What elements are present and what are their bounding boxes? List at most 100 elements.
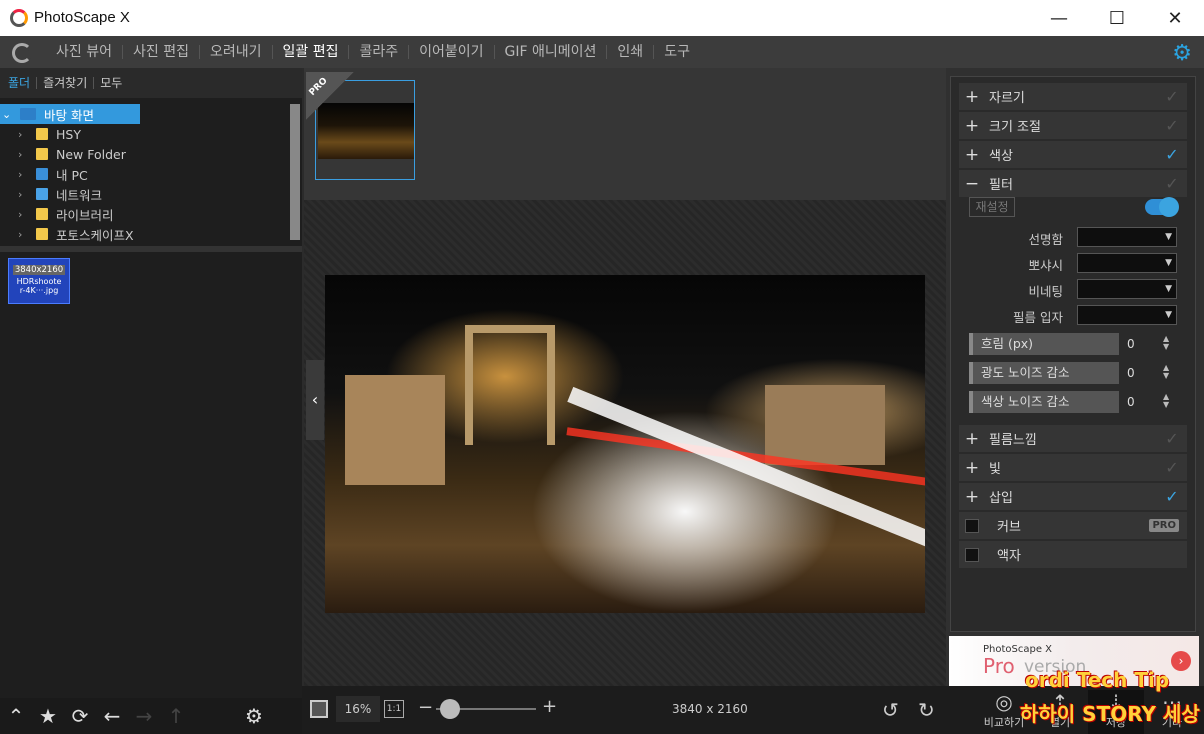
- main-menu-bar: 사진 뷰어 사진 편집 오려내기 일괄 편집 콜라주 이어붙이기 GIF 애니메이션 인쇄 도구: [0, 36, 1204, 68]
- frame-view-icon[interactable]: [310, 700, 328, 718]
- expand-icon[interactable]: +: [959, 87, 985, 107]
- section-crop[interactable]: + 자르기 ✓: [959, 83, 1187, 111]
- menu-item-7[interactable]: 인쇄: [607, 45, 655, 59]
- pane-divider[interactable]: [0, 246, 302, 252]
- color-noise-slider[interactable]: 색상 노이즈 감소: [969, 391, 1119, 413]
- film-grain-select[interactable]: ▼: [1077, 305, 1177, 325]
- zoom-out-button[interactable]: −: [418, 697, 433, 718]
- filter-toggle[interactable]: [1145, 197, 1179, 217]
- menu-item-0[interactable]: 사진 뷰어: [46, 45, 123, 59]
- expand-icon[interactable]: +: [959, 145, 985, 165]
- batch-image-strip: PRO: [304, 68, 946, 200]
- zoom-in-button[interactable]: +: [542, 696, 557, 717]
- title-bar: PhotoScape X — ☐ ✕: [0, 0, 1204, 36]
- tree-item-network[interactable]: › 네트워크: [0, 184, 300, 204]
- folder-icon: [36, 128, 48, 140]
- color-noise-stepper[interactable]: ▲ ▼: [1163, 393, 1169, 409]
- gear-icon[interactable]: ⚙: [238, 704, 270, 728]
- chevron-right-icon[interactable]: ›: [18, 208, 30, 221]
- section-light[interactable]: + 빛 ✓: [959, 454, 1187, 482]
- folder-icon: [36, 148, 48, 160]
- sharpen-label: 선명함: [1028, 232, 1063, 247]
- menu-item-1[interactable]: 사진 편집: [123, 45, 200, 59]
- menu-item-2[interactable]: 오려내기: [200, 45, 273, 59]
- section-curves[interactable]: 커브 PRO: [959, 512, 1187, 540]
- expand-icon[interactable]: +: [959, 487, 985, 507]
- chevron-down-icon[interactable]: ⌄: [2, 108, 14, 121]
- file-name-line1: HDRshoote: [16, 277, 62, 286]
- check-icon[interactable]: ✓: [1157, 145, 1187, 164]
- menu-item-5[interactable]: 이어붙이기: [409, 45, 495, 59]
- vignette-select[interactable]: ▼: [1077, 279, 1177, 299]
- chevron-right-icon[interactable]: ›: [18, 228, 30, 241]
- refresh-icon[interactable]: ⟳: [64, 704, 96, 728]
- section-film[interactable]: + 필름느낌 ✓: [959, 425, 1187, 453]
- collapse-icon[interactable]: −: [959, 174, 985, 194]
- tree-item-new-folder[interactable]: › New Folder: [0, 144, 300, 164]
- tab-folder[interactable]: 폴더: [8, 77, 38, 89]
- section-frame[interactable]: 액자: [959, 541, 1187, 569]
- zoom-slider-handle[interactable]: [440, 699, 460, 719]
- settings-gear-icon[interactable]: ⚙: [1172, 41, 1192, 66]
- close-button[interactable]: ✕: [1146, 0, 1204, 36]
- vignette-label: 비네팅: [1028, 284, 1063, 299]
- expand-icon[interactable]: +: [959, 429, 985, 449]
- rotate-right-icon[interactable]: ↻: [918, 698, 935, 722]
- sharpen-select[interactable]: ▼: [1077, 227, 1177, 247]
- tab-favorites[interactable]: 즐겨찾기: [37, 77, 95, 89]
- ad-arrow-icon[interactable]: ›: [1171, 651, 1191, 671]
- actual-size-button[interactable]: 1:1: [384, 700, 404, 718]
- collapse-left-pane-button[interactable]: ‹: [306, 360, 324, 440]
- blur-slider[interactable]: 흐림 (px): [969, 333, 1119, 355]
- window-title: PhotoScape X: [34, 9, 130, 26]
- luminance-noise-stepper[interactable]: ▲ ▼: [1163, 364, 1169, 380]
- reset-button[interactable]: 재설정: [969, 197, 1015, 217]
- tree-item-photoscapex[interactable]: › 포토스케이프X: [0, 224, 300, 244]
- expand-icon[interactable]: +: [959, 458, 985, 478]
- tree-item-hsy[interactable]: › HSY: [0, 124, 300, 144]
- frame-checkbox[interactable]: [965, 547, 979, 562]
- rotate-left-icon[interactable]: ↺: [882, 698, 899, 722]
- check-icon[interactable]: ✓: [1157, 487, 1187, 506]
- section-color[interactable]: + 색상 ✓: [959, 141, 1187, 169]
- tree-item-desktop[interactable]: ⌄ 바탕 화면: [0, 104, 140, 124]
- check-icon[interactable]: ✓: [1157, 174, 1187, 193]
- curves-checkbox[interactable]: [965, 518, 979, 533]
- blur-value[interactable]: 0: [1127, 337, 1135, 351]
- tree-item-my-pc[interactable]: › 내 PC: [0, 164, 300, 184]
- section-insert[interactable]: + 삽입 ✓: [959, 483, 1187, 511]
- tree-scrollbar[interactable]: [290, 104, 300, 240]
- check-icon[interactable]: ✓: [1157, 429, 1187, 448]
- chevron-up-icon[interactable]: ⌃: [0, 704, 32, 728]
- check-icon[interactable]: ✓: [1157, 116, 1187, 135]
- color-noise-value[interactable]: 0: [1127, 395, 1135, 409]
- star-icon[interactable]: ★: [32, 704, 64, 728]
- chevron-right-icon[interactable]: ›: [18, 168, 30, 181]
- blur-stepper[interactable]: ▲ ▼: [1163, 335, 1169, 351]
- luminance-noise-value[interactable]: 0: [1127, 366, 1135, 380]
- back-arrow-icon[interactable]: ←: [96, 704, 128, 728]
- section-label: 액자: [997, 549, 1021, 564]
- chevron-right-icon[interactable]: ›: [18, 148, 30, 161]
- menu-item-3[interactable]: 일괄 편집: [273, 45, 350, 59]
- tab-all[interactable]: 모두: [94, 77, 128, 89]
- luminance-noise-slider[interactable]: 광도 노이즈 감소: [969, 362, 1119, 384]
- menu-item-8[interactable]: 도구: [654, 45, 700, 59]
- maximize-button[interactable]: ☐: [1088, 0, 1146, 36]
- soften-select[interactable]: ▼: [1077, 253, 1177, 273]
- check-icon[interactable]: ✓: [1157, 87, 1187, 106]
- chevron-right-icon[interactable]: ›: [18, 128, 30, 141]
- menu-item-6[interactable]: GIF 애니메이션: [495, 45, 608, 59]
- file-thumbnail[interactable]: 3840x2160 HDRshoote r-4K···.jpg: [8, 258, 70, 304]
- expand-icon[interactable]: +: [959, 116, 985, 136]
- minimize-button[interactable]: —: [1030, 0, 1088, 36]
- chevron-right-icon[interactable]: ›: [18, 188, 30, 201]
- home-logo-icon[interactable]: [12, 43, 32, 63]
- tree-item-library[interactable]: › 라이브러리: [0, 204, 300, 224]
- menu-item-4[interactable]: 콜라주: [349, 45, 410, 59]
- section-resize[interactable]: + 크기 조절 ✓: [959, 112, 1187, 140]
- check-icon[interactable]: ✓: [1157, 458, 1187, 477]
- section-filter[interactable]: − 필터 ✓: [959, 170, 1187, 198]
- up-arrow-icon: ↑: [167, 704, 185, 728]
- zoom-level[interactable]: 16%: [336, 696, 380, 722]
